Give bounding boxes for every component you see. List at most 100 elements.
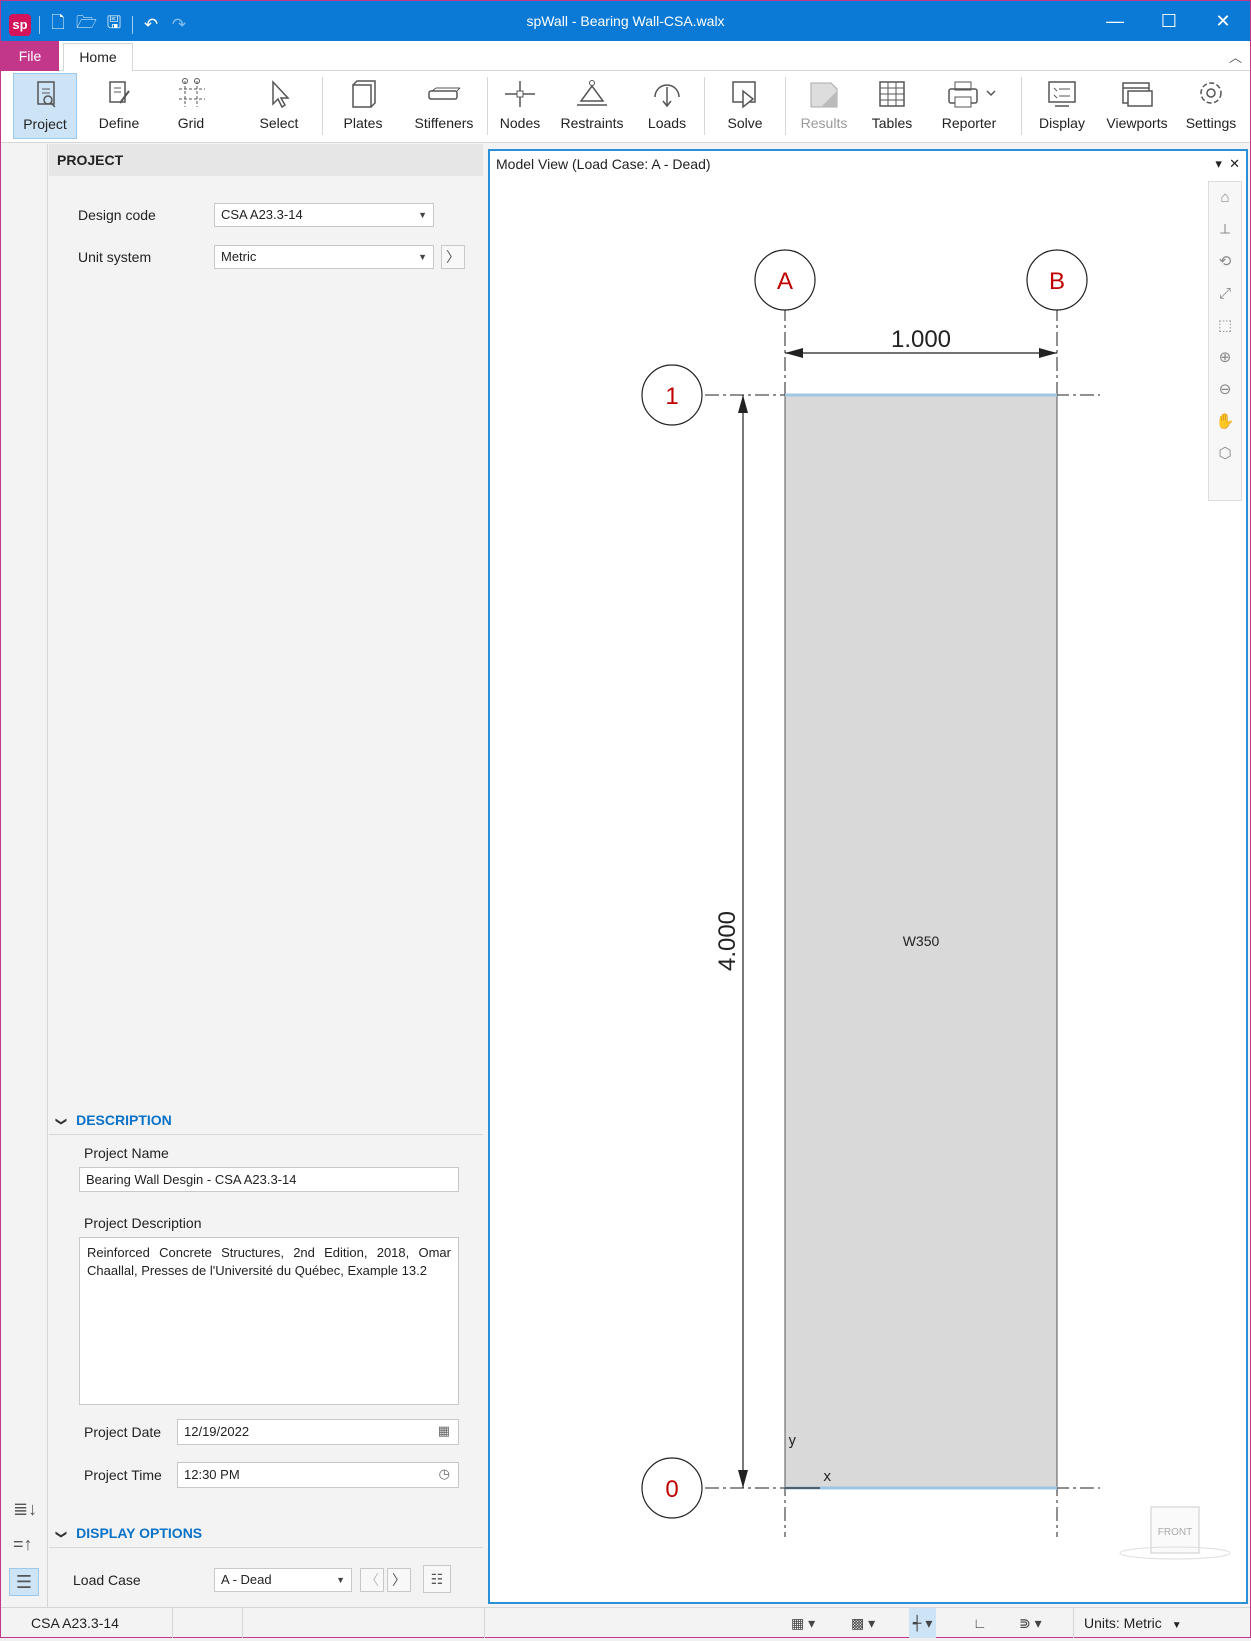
display-button[interactable]: Display — [1029, 73, 1095, 139]
pan-hand-icon[interactable]: ✋ — [1209, 406, 1241, 438]
nodes-label: Nodes — [499, 115, 541, 131]
display-label: Display — [1039, 115, 1085, 131]
dropdown-arrow-icon[interactable]: ▾ — [1215, 156, 1222, 171]
grid-label: Grid — [177, 115, 205, 131]
grid-button[interactable]: Grid — [161, 73, 221, 139]
clock-icon[interactable]: ◷ — [439, 1466, 450, 1482]
previous-load-case-button[interactable]: 〈 — [360, 1568, 384, 1592]
display-settings-icon[interactable]: ☷ — [423, 1565, 451, 1593]
ribbon: Project Define Grid Select Plates Stiffe… — [1, 71, 1250, 143]
collapse-ribbon-icon[interactable]: ︿ — [1229, 47, 1242, 66]
display-options-section-header[interactable]: ❯ DISPLAY OPTIONS — [55, 1525, 203, 1541]
project-time-input[interactable]: 12:30 PM ◷ — [177, 1462, 459, 1488]
zoom-window-icon[interactable]: ⬚ — [1209, 310, 1241, 342]
close-button[interactable]: ✕ — [1196, 1, 1250, 41]
reporter-button[interactable]: Reporter — [927, 73, 1011, 139]
orbit-icon[interactable]: ⟲ — [1209, 246, 1241, 278]
select-label: Select — [259, 115, 299, 131]
select-icon — [272, 80, 290, 109]
results-label: Results — [800, 115, 848, 131]
units-selector[interactable]: Units: Metric ▼ — [1073, 1608, 1250, 1638]
dimension-arrow — [738, 395, 748, 413]
project-name-input[interactable]: Bearing Wall Desgin - CSA A23.3-14 — [79, 1167, 459, 1192]
zoom-in-icon[interactable]: ⊕ — [1209, 342, 1241, 374]
tables-icon — [879, 81, 905, 107]
window-controls: — ☐ ✕ — [1088, 1, 1250, 41]
project-description-label: Project Description — [84, 1215, 202, 1231]
solve-icon — [732, 81, 756, 109]
project-description-textarea[interactable]: Reinforced Concrete Structures, 2nd Edit… — [79, 1237, 459, 1405]
display-toggle-icon[interactable]: ⋑ ▾ — [1019, 1608, 1042, 1638]
stiffeners-label: Stiffeners — [414, 115, 474, 131]
grid-snap-icon[interactable]: ▩ ▾ — [851, 1608, 875, 1638]
project-button[interactable]: Project — [13, 73, 77, 139]
dropdown-arrow-icon: ▼ — [1171, 1620, 1182, 1631]
unit-system-next-button[interactable]: 〉 — [441, 245, 465, 269]
unit-system-label: Unit system — [78, 249, 152, 265]
tab-file[interactable]: File — [1, 41, 59, 71]
model-canvas[interactable]: W350 A B 1 0 1.000 4.000 x y FRONT — [490, 177, 1246, 1602]
define-icon — [109, 81, 130, 104]
load-case-select[interactable]: A - Dead ▼ — [214, 1568, 352, 1592]
loads-button[interactable]: Loads — [635, 73, 699, 139]
project-time-value: 12:30 PM — [184, 1467, 240, 1482]
nodes-icon — [505, 81, 535, 107]
maximize-button[interactable]: ☐ — [1142, 1, 1196, 41]
plates-icon — [352, 80, 376, 108]
design-code-select[interactable]: CSA A23.3-14 ▼ — [214, 203, 434, 227]
project-label: Project — [23, 116, 67, 132]
design-code-value: CSA A23.3-14 — [221, 207, 303, 222]
project-date-label: Project Date — [84, 1424, 162, 1440]
sort-descending-icon[interactable]: ≣↓ — [13, 1499, 37, 1520]
define-button[interactable]: Define — [87, 73, 151, 139]
axes-icon[interactable]: ⟂ — [1209, 214, 1241, 246]
load-case-value: A - Dead — [221, 1572, 272, 1587]
next-load-case-button[interactable]: 〉 — [387, 1568, 411, 1592]
settings-button[interactable]: Settings — [1177, 73, 1245, 139]
title-bar: sp 🗋 🗁 🖫 ↶ ↷ spWall - Bearing Wall-CSA.w… — [1, 1, 1250, 41]
restraints-label: Restraints — [560, 115, 624, 131]
results-button[interactable]: Results — [791, 73, 857, 139]
ortho-icon[interactable]: ∟ — [973, 1608, 987, 1638]
width-dimension-label: 1.000 — [891, 326, 951, 353]
home-view-icon[interactable]: ⌂ — [1209, 182, 1241, 214]
close-icon[interactable]: ✕ — [1229, 156, 1240, 171]
view-3d-icon[interactable]: ⬡ — [1209, 438, 1241, 470]
settings-icon — [1200, 82, 1222, 104]
status-cell — [243, 1608, 485, 1638]
tab-home[interactable]: Home — [63, 43, 133, 72]
sort-ascending-icon[interactable]: =↑ — [13, 1534, 33, 1555]
viewports-label: Viewports — [1106, 115, 1168, 131]
restraints-button[interactable]: Restraints — [553, 73, 631, 139]
display-options-header-label: DISPLAY OPTIONS — [76, 1525, 203, 1541]
dimension-arrow — [785, 348, 803, 358]
grid-icon — [179, 78, 205, 107]
nodes-button[interactable]: Nodes — [491, 73, 549, 139]
unit-system-select[interactable]: Metric ▼ — [214, 245, 434, 269]
grid-label-b: B — [1049, 268, 1065, 295]
node-snap-icon[interactable]: ┽ ▾ — [909, 1608, 937, 1638]
minimize-button[interactable]: — — [1088, 1, 1142, 41]
select-button[interactable]: Select — [247, 73, 311, 139]
viewports-button[interactable]: Viewports — [1101, 73, 1173, 139]
results-icon — [810, 82, 838, 108]
project-date-input[interactable]: 12/19/2022 ▦ — [177, 1419, 459, 1445]
stiffeners-button[interactable]: Stiffeners — [405, 73, 483, 139]
display-icon — [1048, 81, 1076, 107]
project-panel: PROJECT Design code CSA A23.3-14 ▼ Unit … — [49, 144, 483, 1607]
grid-label-1: 1 — [665, 383, 678, 410]
zoom-out-icon[interactable]: ⊖ — [1209, 374, 1241, 406]
zoom-extents-icon[interactable]: ⤢ — [1209, 278, 1241, 310]
plates-button[interactable]: Plates — [331, 73, 395, 139]
calendar-icon[interactable]: ▦ — [438, 1423, 450, 1439]
snap-dots-icon[interactable]: ▦ ▾ — [791, 1608, 815, 1638]
solve-button[interactable]: Solve — [711, 73, 779, 139]
description-header-label: DESCRIPTION — [76, 1112, 172, 1128]
window-title: spWall - Bearing Wall-CSA.walx — [526, 13, 725, 29]
description-section-header[interactable]: ❯ DESCRIPTION — [55, 1112, 172, 1128]
project-icon — [37, 81, 56, 108]
ribbon-divider — [487, 77, 488, 135]
tables-button[interactable]: Tables — [863, 73, 921, 139]
list-view-icon[interactable]: ☰ — [9, 1568, 39, 1596]
view-cube-label: FRONT — [1158, 1527, 1192, 1538]
